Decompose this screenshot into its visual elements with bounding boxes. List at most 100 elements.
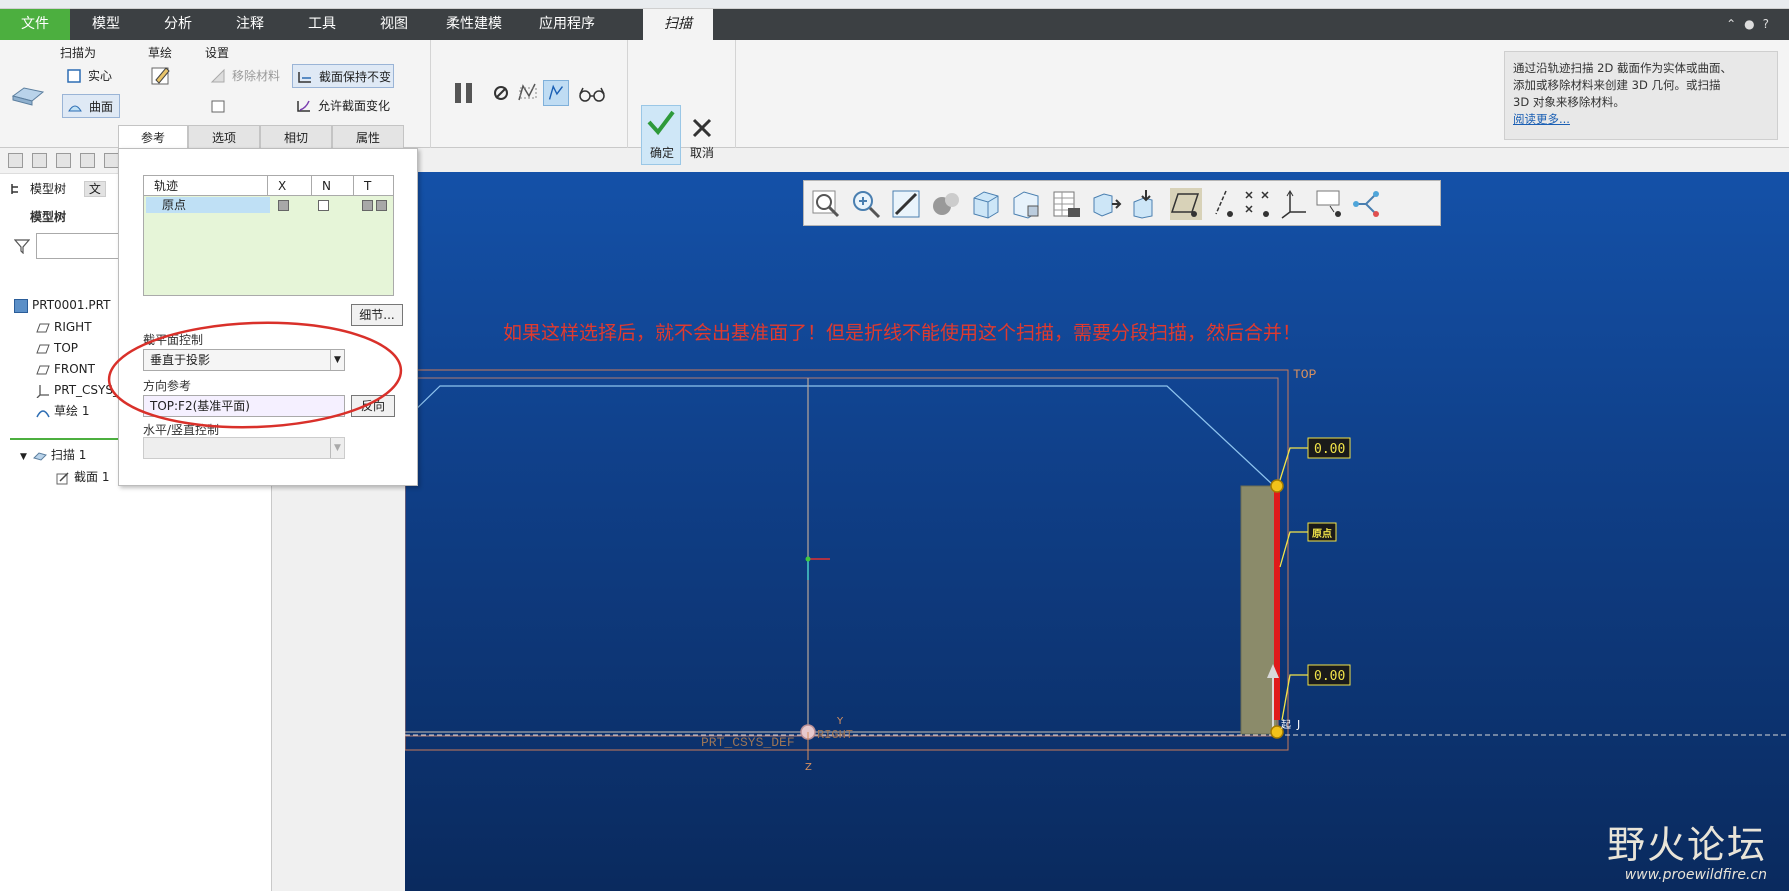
- datum-plane-icon: [36, 323, 50, 332]
- tree-item-front-label: FRONT: [54, 362, 95, 376]
- constant-section-label: 截面保持不变: [319, 70, 392, 84]
- remove-material-button[interactable]: 移除材料: [206, 64, 286, 88]
- solid-button[interactable]: 实心: [62, 64, 126, 88]
- user-icon[interactable]: ●: [1744, 17, 1762, 31]
- sweep-surface-preview: [1240, 485, 1278, 735]
- tree-filter-input[interactable]: [36, 233, 122, 259]
- triad-origin: [805, 556, 811, 562]
- hv-control-dropdown[interactable]: ▼: [143, 437, 345, 459]
- top-plane-boundary: [405, 369, 1289, 751]
- tree-item-sweep1-label: 扫描 1: [50, 448, 87, 462]
- tab-analysis[interactable]: 分析: [142, 9, 214, 40]
- sweep-as-label: 扫描为: [60, 46, 97, 60]
- col-t: T: [364, 179, 372, 193]
- tab-view[interactable]: 视图: [358, 9, 430, 40]
- tab-tangency[interactable]: 相切: [260, 125, 332, 149]
- expand-arrow-icon[interactable]: ▼: [20, 452, 27, 462]
- open-file-icon[interactable]: [32, 153, 47, 168]
- folder-browser-tab[interactable]: 文: [83, 181, 106, 197]
- model-tree-icon: [11, 184, 18, 194]
- datum-plane-icon: [36, 344, 50, 353]
- start-label: 起: [1281, 719, 1291, 731]
- t-checkbox-2[interactable]: [376, 200, 387, 211]
- tab-flexible-modeling[interactable]: 柔性建模: [430, 9, 518, 40]
- sketch-feature-icon: [36, 409, 50, 417]
- constant-section-icon: [298, 72, 311, 83]
- collapse-ribbon-icon[interactable]: ⌃: [1726, 17, 1744, 31]
- tree-item-right-label: RIGHT: [54, 320, 92, 334]
- tab-options[interactable]: 选项: [188, 125, 260, 149]
- graphics-viewport[interactable]: 如果这样选择后，就不会出基准面了！但是折线不能使用这个扫描，需要分段扫描，然后合…: [405, 172, 1789, 891]
- sketch-trajectory: [405, 385, 1274, 486]
- tab-applications[interactable]: 应用程序: [518, 9, 616, 40]
- variable-section-icon: [297, 100, 310, 112]
- title-strip: [0, 0, 1789, 9]
- save-icon[interactable]: [56, 153, 71, 168]
- t-checkbox-1[interactable]: [362, 200, 373, 211]
- col-x: X: [268, 176, 312, 196]
- help-line-2: 添加或移除材料来创建 3D 几何。或扫描: [1513, 78, 1721, 92]
- x-checkbox[interactable]: [278, 200, 289, 211]
- sketch-group-label: 草绘: [148, 46, 173, 60]
- tab-tools[interactable]: 工具: [286, 9, 358, 40]
- inner-boundary: [405, 377, 1279, 737]
- table-row[interactable]: 原点: [144, 196, 393, 214]
- surface-label: 曲面: [89, 100, 114, 114]
- csys-label: PRT_CSYS_DEF: [701, 735, 795, 750]
- tree-item-top[interactable]: TOP: [36, 337, 78, 359]
- watermark-url: www.proewildfire.cn: [1624, 867, 1767, 883]
- tree-item-sweep1[interactable]: ▼ 扫描 1: [20, 444, 86, 466]
- help-icon[interactable]: ?: [1763, 17, 1777, 31]
- top-drag-handle[interactable]: [1270, 479, 1284, 493]
- tree-item-section1-label: 截面 1: [74, 470, 110, 484]
- read-more-link[interactable]: 阅读更多...: [1513, 111, 1769, 128]
- new-file-icon[interactable]: [8, 153, 23, 168]
- ribbon-separator: [430, 40, 431, 148]
- watermark-logo: 野火论坛: [1606, 823, 1767, 867]
- section-sketch-icon: [56, 471, 69, 484]
- origin-tag-label: 原点: [1312, 527, 1332, 540]
- constant-section-button[interactable]: 截面保持不变: [292, 64, 394, 88]
- tree-header: 模型树: [30, 210, 67, 224]
- variable-section-button[interactable]: 允许截面变化: [292, 94, 398, 118]
- save-as-icon[interactable]: [80, 153, 95, 168]
- model-tree-tab-label: 模型树: [30, 182, 67, 196]
- thicken-icon: [211, 100, 225, 113]
- z-axis-label: Z: [805, 762, 812, 773]
- tree-item-sketch1[interactable]: 草绘 1: [36, 400, 89, 422]
- thicken-checkbox[interactable]: [206, 94, 232, 118]
- filter-icon[interactable]: [14, 238, 30, 254]
- tab-sweep[interactable]: 扫描: [643, 9, 713, 40]
- col-n: N: [312, 176, 354, 196]
- tab-model[interactable]: 模型: [70, 9, 142, 40]
- top-plane-label: TOP: [1293, 367, 1317, 382]
- n-checkbox[interactable]: [318, 200, 329, 211]
- sweep-feature-icon: [11, 87, 45, 106]
- tree-item-right[interactable]: RIGHT: [36, 316, 92, 338]
- cancel-x-icon[interactable]: [689, 115, 715, 141]
- trajectory-name[interactable]: 原点: [146, 197, 270, 213]
- tree-item-section1[interactable]: 截面 1: [56, 466, 109, 488]
- help-panel: 通过沿轨迹扫描 2D 截面作为实体或曲面、 添加或移除材料来创建 3D 几何。或…: [1504, 51, 1778, 140]
- undo-icon[interactable]: [104, 153, 119, 168]
- tab-file[interactable]: 文件: [0, 9, 70, 40]
- cancel-label[interactable]: 取消: [683, 144, 721, 161]
- verify-glasses-icon[interactable]: [577, 80, 607, 106]
- tab-annotate[interactable]: 注释: [214, 9, 286, 40]
- sketch-icon[interactable]: [150, 64, 172, 86]
- dim-top-value: 0.00: [1314, 442, 1345, 457]
- help-line-3: 3D 对象来移除材料。: [1513, 95, 1625, 109]
- no-preview-icon[interactable]: [488, 80, 514, 106]
- tree-item-front[interactable]: FRONT: [36, 358, 95, 380]
- window-controls[interactable]: ⌃●?: [1726, 9, 1777, 40]
- tree-item-part[interactable]: PRT0001.PRT: [14, 294, 110, 316]
- chevron-down-icon[interactable]: ▼: [330, 438, 344, 458]
- feature-preview-icon[interactable]: [543, 80, 569, 106]
- origin-tag-leader: [1279, 531, 1308, 568]
- preview-geometry-icon[interactable]: [515, 80, 541, 106]
- tab-properties[interactable]: 属性: [332, 125, 404, 149]
- tab-references[interactable]: 参考: [118, 125, 188, 149]
- surface-button[interactable]: 曲面: [62, 94, 120, 118]
- pause-icon[interactable]: [451, 80, 477, 106]
- model-tree-tab[interactable]: 模型树 文: [8, 178, 106, 200]
